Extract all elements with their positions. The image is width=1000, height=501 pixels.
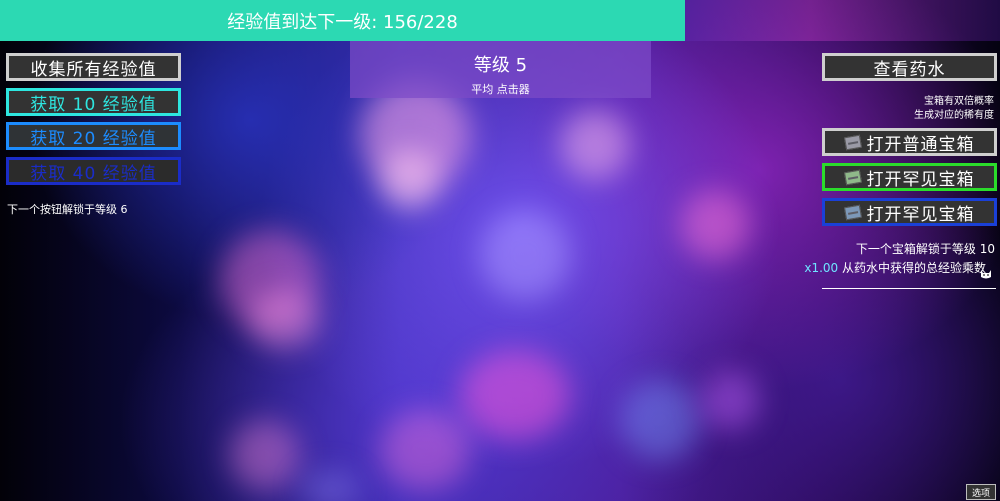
bokeh-light (460, 350, 570, 440)
get-20-xp-button[interactable]: 获取 20 经验值 (6, 122, 181, 150)
bokeh-light (230, 420, 300, 490)
xp-progress-bar: 经验值到达下一级: 156/228 (0, 0, 685, 41)
open-rare-chest-button[interactable]: 打开罕见宝箱 (822, 198, 997, 226)
chest-icon (843, 134, 862, 150)
options-label: 选项 (971, 488, 990, 499)
bokeh-light (250, 290, 320, 350)
bokeh-light (620, 380, 700, 460)
xp-multiplier-note: x1.00 从药水中获得的总经验乘数 (804, 259, 986, 276)
get-20-xp-label: 获取 20 经验值 (30, 128, 157, 149)
chest-icon (843, 169, 862, 185)
open-uncommon-chest-button[interactable]: 打开罕见宝箱 (822, 163, 997, 191)
bokeh-light (480, 210, 570, 300)
xp-progress-remaining (685, 0, 1000, 41)
bokeh-light (700, 370, 760, 430)
bokeh-light (560, 110, 630, 180)
open-common-chest-label: 打开普通宝箱 (866, 134, 975, 155)
get-40-xp-label: 获取 40 经验值 (30, 163, 157, 184)
xp-multiplier-text: 从药水中获得的总经验乘数 (838, 261, 986, 275)
options-button[interactable]: 选项 (966, 484, 996, 500)
open-rare-chest-label: 打开罕见宝箱 (866, 204, 975, 225)
level-subtitle: 平均 点击器 (471, 83, 530, 96)
open-uncommon-chest-label: 打开罕见宝箱 (866, 169, 975, 190)
view-potions-button[interactable]: 查看药水 (822, 53, 997, 81)
get-10-xp-label: 获取 10 经验值 (30, 94, 157, 115)
divider (822, 288, 996, 289)
bokeh-light (380, 150, 440, 210)
bokeh-light (300, 470, 360, 501)
level-title: 等级 5 (473, 55, 528, 76)
chest-rarity-note-line2: 生成对应的稀有度 (914, 110, 994, 121)
level-panel: 等级 5 平均 点击器 (350, 41, 651, 98)
next-chest-unlock-note: 下一个宝箱解锁于等级 10 (855, 242, 995, 256)
cat-icon (981, 270, 991, 279)
bokeh-light (380, 410, 470, 490)
get-10-xp-button[interactable]: 获取 10 经验值 (6, 88, 181, 116)
xp-progress-text: 经验值到达下一级: 156/228 (227, 11, 458, 33)
get-40-xp-button[interactable]: 获取 40 经验值 (6, 157, 181, 185)
bokeh-light (680, 190, 750, 260)
open-common-chest-button[interactable]: 打开普通宝箱 (822, 128, 997, 156)
view-potions-label: 查看药水 (873, 59, 946, 80)
chest-icon (843, 204, 862, 220)
xp-multiplier-value: x1.00 (804, 261, 839, 275)
collect-all-xp-button[interactable]: 收集所有经验值 (6, 53, 181, 81)
next-button-unlock-note: 下一个按钮解锁于等级 6 (7, 203, 128, 216)
chest-rarity-note-line1: 宝箱有双倍概率 (924, 96, 994, 107)
collect-all-xp-label: 收集所有经验值 (30, 59, 157, 80)
